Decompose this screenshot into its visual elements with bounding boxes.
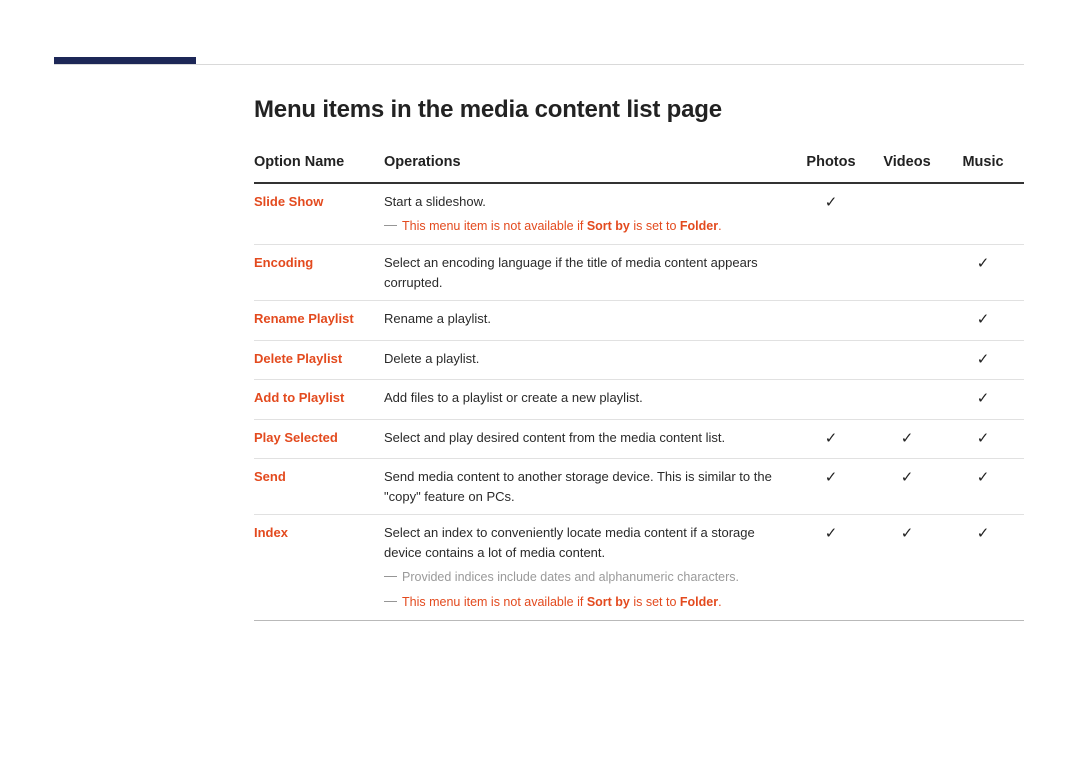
option-description: Send media content to another storage de… (384, 469, 772, 504)
col-header-name: Option Name (254, 144, 384, 183)
check-photos: ✓ (796, 459, 872, 515)
top-rule (54, 64, 1024, 65)
option-description: Select an index to conveniently locate m… (384, 525, 755, 560)
check-music: ✓ (948, 515, 1024, 621)
check-videos (872, 183, 948, 245)
option-operations: Select an encoding language if the title… (384, 245, 796, 301)
option-name: Send (254, 459, 384, 515)
check-music: ✓ (948, 380, 1024, 420)
option-note: Provided indices include dates and alpha… (384, 568, 790, 587)
option-name: Encoding (254, 245, 384, 301)
table-row: Play SelectedSelect and play desired con… (254, 419, 1024, 459)
option-description: Select an encoding language if the title… (384, 255, 758, 290)
option-note: This menu item is not available if Sort … (384, 593, 790, 612)
option-name: Rename Playlist (254, 301, 384, 341)
option-name: Add to Playlist (254, 380, 384, 420)
check-music: ✓ (948, 459, 1024, 515)
check-photos (796, 340, 872, 380)
check-videos: ✓ (872, 515, 948, 621)
table-row: Add to PlaylistAdd files to a playlist o… (254, 380, 1024, 420)
table-row: Rename PlaylistRename a playlist. ✓ (254, 301, 1024, 341)
col-header-photos: Photos (796, 144, 872, 183)
table-row: EncodingSelect an encoding language if t… (254, 245, 1024, 301)
table-row: Slide ShowStart a slideshow. This menu it… (254, 183, 1024, 245)
table-row: Delete PlaylistDelete a playlist. ✓ (254, 340, 1024, 380)
option-operations: Add files to a playlist or create a new … (384, 380, 796, 420)
option-name: Delete Playlist (254, 340, 384, 380)
check-music: ✓ (948, 419, 1024, 459)
option-name: Slide Show (254, 183, 384, 245)
check-videos: ✓ (872, 419, 948, 459)
check-videos (872, 340, 948, 380)
option-operations: Select an index to conveniently locate m… (384, 515, 796, 621)
check-photos: ✓ (796, 183, 872, 245)
content-area: Menu items in the media content list pag… (254, 96, 1024, 621)
check-photos: ✓ (796, 419, 872, 459)
table-row: SendSend media content to another storag… (254, 459, 1024, 515)
table-row: IndexSelect an index to conveniently loc… (254, 515, 1024, 621)
check-videos: ✓ (872, 459, 948, 515)
check-music: ✓ (948, 340, 1024, 380)
option-name: Index (254, 515, 384, 621)
col-header-music: Music (948, 144, 1024, 183)
page-title: Menu items in the media content list pag… (254, 96, 1024, 124)
option-operations: Start a slideshow. This menu item is not … (384, 183, 796, 245)
check-music: ✓ (948, 301, 1024, 341)
table-header-row: Option Name Operations Photos Videos Mus… (254, 144, 1024, 183)
option-description: Select and play desired content from the… (384, 430, 725, 445)
check-videos (872, 245, 948, 301)
option-operations: Delete a playlist. (384, 340, 796, 380)
option-description: Start a slideshow. (384, 194, 486, 209)
option-operations: Select and play desired content from the… (384, 419, 796, 459)
check-music: ✓ (948, 245, 1024, 301)
option-note: This menu item is not available if Sort … (384, 217, 790, 236)
check-videos (872, 380, 948, 420)
col-header-videos: Videos (872, 144, 948, 183)
options-table: Option Name Operations Photos Videos Mus… (254, 144, 1024, 621)
option-name: Play Selected (254, 419, 384, 459)
check-photos (796, 380, 872, 420)
check-photos: ✓ (796, 515, 872, 621)
check-photos (796, 301, 872, 341)
option-operations: Send media content to another storage de… (384, 459, 796, 515)
option-description: Add files to a playlist or create a new … (384, 390, 643, 405)
option-description: Delete a playlist. (384, 351, 479, 366)
option-description: Rename a playlist. (384, 311, 491, 326)
option-operations: Rename a playlist. (384, 301, 796, 341)
check-music (948, 183, 1024, 245)
check-photos (796, 245, 872, 301)
col-header-ops: Operations (384, 144, 796, 183)
check-videos (872, 301, 948, 341)
